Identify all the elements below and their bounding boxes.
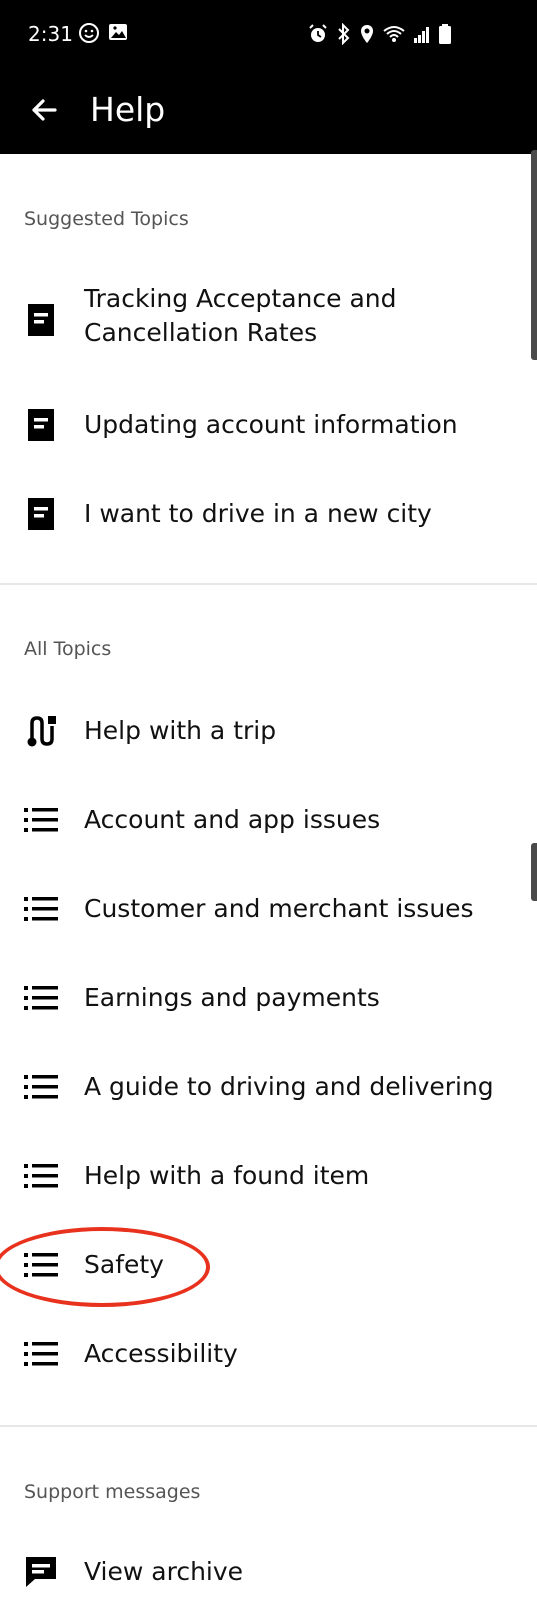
topic-label: Help with a found item [84, 1161, 370, 1190]
message-icon [24, 1555, 58, 1589]
topic-label: Earnings and payments [84, 983, 380, 1012]
suggested-item-updating-account[interactable]: Updating account information [0, 408, 537, 442]
suggested-item-new-city[interactable]: I want to drive in a new city [0, 497, 537, 531]
alarm-icon [307, 23, 329, 45]
topic-label: Customer and merchant issues [84, 894, 474, 923]
list-icon [24, 1159, 58, 1193]
status-time: 2:31 [28, 22, 73, 46]
image-icon [108, 22, 128, 48]
arrow-left-icon [29, 95, 59, 129]
list-icon [24, 1070, 58, 1104]
bluetooth-icon [336, 23, 352, 45]
topic-driving-delivering[interactable]: A guide to driving and delivering [0, 1070, 537, 1104]
location-icon [359, 23, 375, 45]
list-icon [24, 1337, 58, 1371]
suggested-item-label: I want to drive in a new city [84, 499, 432, 528]
topic-accessibility[interactable]: Accessibility [0, 1337, 537, 1371]
article-icon [24, 408, 58, 442]
topic-customer-merchant[interactable]: Customer and merchant issues [0, 892, 537, 926]
topic-label: Help with a trip [84, 716, 277, 745]
topic-help-with-trip[interactable]: Help with a trip [0, 714, 537, 748]
topic-earnings-payments[interactable]: Earnings and payments [0, 981, 537, 1015]
suggested-item-label-line1: Tracking Acceptance and [84, 284, 397, 313]
page-title: Help [90, 90, 166, 129]
back-button[interactable] [24, 92, 64, 132]
status-bar: 2:31 [0, 0, 537, 74]
status-left-icons [78, 22, 128, 48]
section-divider [0, 583, 537, 585]
topic-account-app-issues[interactable]: Account and app issues [0, 803, 537, 837]
face-icon [78, 22, 100, 48]
suggested-topics-label: Suggested Topics [24, 208, 189, 230]
article-icon [24, 497, 58, 531]
list-icon [24, 892, 58, 926]
status-right-icons [307, 23, 452, 45]
topic-label: Accessibility [84, 1339, 238, 1368]
app-bar: Help [0, 74, 537, 154]
wifi-icon [382, 23, 406, 45]
topic-label: Account and app issues [84, 805, 381, 834]
route-icon [24, 714, 58, 748]
topic-found-item[interactable]: Help with a found item [0, 1159, 537, 1193]
section-divider [0, 1425, 537, 1427]
support-messages-label: Support messages [24, 1481, 201, 1503]
all-topics-label: All Topics [24, 638, 112, 660]
suggested-item-label: Updating account information [84, 410, 458, 439]
view-archive-item[interactable]: View archive [0, 1555, 537, 1589]
battery-icon [438, 23, 452, 45]
suggested-item-tracking[interactable]: Tracking Acceptance and Cancellation Rat… [0, 282, 537, 358]
article-icon [24, 303, 58, 337]
highlight-annotation [0, 1227, 210, 1307]
view-archive-label: View archive [84, 1557, 244, 1586]
topic-label: A guide to driving and delivering [84, 1072, 494, 1101]
suggested-item-label-line2: Cancellation Rates [84, 318, 318, 347]
signal-icon [413, 23, 431, 45]
list-icon [24, 803, 58, 837]
list-icon [24, 981, 58, 1015]
